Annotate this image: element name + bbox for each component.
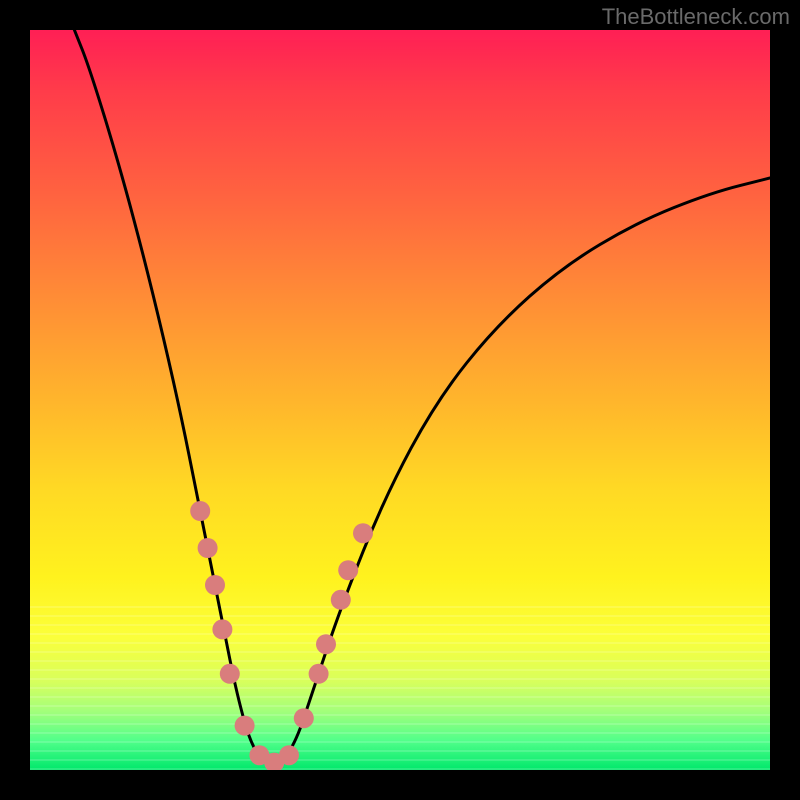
data-dot [331, 590, 351, 610]
data-dots-group [190, 501, 373, 770]
data-dot [198, 538, 218, 558]
chart-frame: TheBottleneck.com [0, 0, 800, 800]
curve-svg [30, 30, 770, 770]
plot-area [30, 30, 770, 770]
data-dot [338, 560, 358, 580]
data-dot [212, 619, 232, 639]
data-dot [294, 708, 314, 728]
data-dot [205, 575, 225, 595]
data-dot [353, 523, 373, 543]
data-dot [309, 664, 329, 684]
data-dot [235, 716, 255, 736]
watermark-text: TheBottleneck.com [602, 4, 790, 30]
data-dot [220, 664, 240, 684]
data-dot [316, 634, 336, 654]
data-dot [190, 501, 210, 521]
data-dot [279, 745, 299, 765]
bottleneck-curve [74, 30, 770, 763]
